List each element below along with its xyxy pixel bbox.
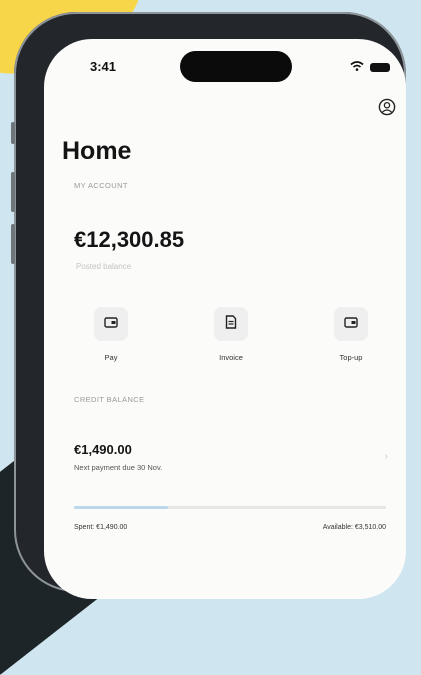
status-icons [350, 58, 390, 76]
dynamic-island [180, 51, 292, 82]
account-section-label: MY ACCOUNT [74, 181, 128, 190]
invoice-tile [214, 307, 248, 341]
pay-tile [94, 307, 128, 341]
side-button-action [11, 122, 15, 144]
wifi-icon [350, 58, 364, 76]
credit-section-label: CREDIT BALANCE [74, 395, 145, 404]
side-button-volume-up [11, 172, 15, 212]
chevron-right-icon: › [384, 451, 388, 462]
user-circle-icon [378, 98, 396, 121]
topup-label: Top-up [339, 353, 363, 362]
status-bar: 3:41 [44, 39, 406, 91]
profile-button[interactable] [378, 98, 396, 121]
available-amount: Available: €3,510.00 [322, 524, 386, 531]
wallet-icon [104, 315, 118, 333]
credit-amount: €1,490.00 [74, 442, 132, 457]
credit-progress-bar [74, 506, 386, 509]
account-balance-caption: Posted balance [76, 262, 132, 271]
pay-button[interactable]: Pay [66, 307, 156, 362]
credit-progress-fill [74, 506, 168, 509]
battery-icon [370, 62, 390, 72]
topup-tile [334, 307, 368, 341]
document-icon [225, 314, 237, 334]
invoice-label: Invoice [219, 353, 243, 362]
side-button-volume-down [11, 224, 15, 264]
status-time: 3:41 [90, 59, 117, 74]
quick-actions: Pay Invoice Top-up [66, 307, 396, 362]
page-title: Home [62, 137, 132, 165]
wallet-icon [344, 315, 358, 333]
topup-button[interactable]: Top-up [306, 307, 396, 362]
account-balance: €12,300.85 [74, 227, 185, 252]
pay-label: Pay [104, 353, 118, 362]
next-payment-text: Next payment due 30 Nov. [74, 463, 163, 472]
invoice-button[interactable]: Invoice [186, 307, 276, 362]
spent-amount: Spent: €1,490.00 [74, 524, 128, 531]
phone-screen: 3:41 Home MY ACCOUNT €12,300.85 Posted b… [44, 39, 406, 599]
